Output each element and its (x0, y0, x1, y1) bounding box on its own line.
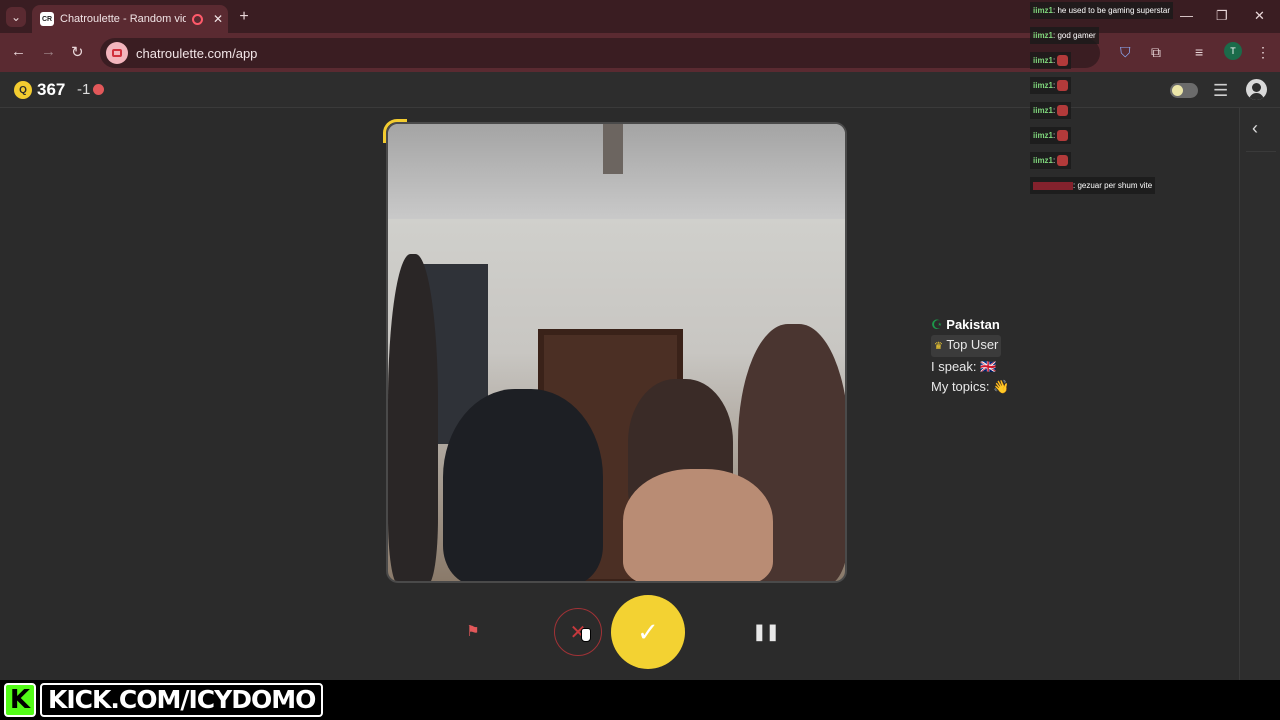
stream-banner: K KICK.COM/ICYDOMO (0, 680, 1280, 720)
top-user-badge: ♛ Top User (931, 335, 1002, 357)
tab-title: Chatroulette - Random vide (60, 13, 186, 25)
reload-icon[interactable]: ↻ (71, 43, 84, 61)
chat-text: god gamer (1055, 31, 1096, 40)
report-flag-button[interactable]: ⚑ (462, 620, 484, 642)
chat-emote-icon (1057, 105, 1069, 117)
account-icon[interactable] (1246, 79, 1267, 100)
chat-emote-icon (1057, 55, 1069, 67)
chat-username[interactable]: iimz1 (1033, 156, 1053, 165)
chat-text: gezuar per shum vite (1075, 181, 1153, 190)
partner-badge-row: ♛ Top User (931, 335, 1009, 357)
chat-emote-icon (1057, 155, 1069, 167)
restore-icon[interactable]: ❐ (1216, 8, 1228, 24)
partner-info: ☪ Pakistan ♛ Top User I speak: 🇬🇧 My top… (931, 315, 1009, 397)
chat-message: iimz1: god gamer (1030, 25, 1190, 50)
new-tab-button[interactable]: + (234, 7, 254, 27)
flag-icon: ⚑ (466, 623, 480, 640)
timer-arc (383, 119, 407, 143)
crown-icon: ♛ (934, 341, 943, 352)
chat-message: iimz1: (1030, 50, 1190, 75)
chat-message-bubble: iimz1: (1030, 127, 1072, 144)
kick-channel-url: KICK.COM/ICYDOMO (40, 683, 324, 717)
speak-label: I speak: (931, 359, 977, 374)
coin-icon: Q (14, 81, 32, 99)
expand-sidebar-icon[interactable]: ‹ (1252, 118, 1258, 139)
chat-message-bubble: iimz1: he used to be gaming superstar (1030, 2, 1173, 19)
chat-message-bubble: : gezuar per shum vite (1030, 177, 1156, 194)
delta-indicator-icon (93, 84, 104, 95)
pause-icon: ❚❚ (752, 624, 780, 641)
back-icon[interactable]: ← (11, 43, 26, 60)
coin-balance: 367 (37, 80, 66, 99)
chat-message-bubble: iimz1: (1030, 77, 1072, 94)
partner-video-feed (386, 122, 847, 583)
chat-message: iimz1: (1030, 100, 1190, 125)
chat-message: : gezuar per shum vite (1030, 175, 1190, 200)
chat-message-bubble: iimz1: god gamer (1030, 27, 1099, 44)
close-window-icon[interactable]: ✕ (1254, 8, 1265, 24)
skip-button[interactable]: ✕ (554, 608, 602, 656)
video-person (443, 389, 603, 581)
browser-menu-icon[interactable]: ⋮ (1256, 44, 1270, 61)
partner-language-row: I speak: 🇬🇧 (931, 357, 1009, 377)
stream-chat-overlay: iimz1: he used to be gaming superstar iim… (1030, 0, 1190, 200)
video-person (623, 469, 773, 581)
chat-username[interactable]: iimz1 (1033, 31, 1053, 40)
profile-initial: T (1230, 46, 1236, 56)
chat-message: iimz1: (1030, 75, 1190, 100)
forward-icon[interactable]: → (41, 43, 56, 60)
chat-message-bubble: iimz1: (1030, 152, 1072, 169)
pause-button[interactable]: ❚❚ (753, 621, 780, 643)
chat-emote-icon (1057, 130, 1069, 142)
site-info-icon[interactable] (106, 42, 128, 64)
chat-sidebar: ‹ (1239, 108, 1280, 680)
video-ceiling-fan (603, 124, 623, 174)
kick-logo: K (4, 683, 36, 717)
address-bar[interactable]: chatroulette.com/app (100, 38, 1100, 68)
accept-button[interactable]: ✓ (611, 595, 685, 669)
browser-tab[interactable]: CR Chatroulette - Random vide ✕ (32, 5, 228, 33)
chat-username[interactable]: iimz1 (1033, 131, 1053, 140)
profile-avatar[interactable]: T (1224, 42, 1242, 60)
pakistan-flag-icon: ☪ (931, 317, 943, 332)
uk-flag-icon: 🇬🇧 (980, 359, 997, 374)
badge-label: Top User (946, 337, 999, 352)
chat-message: iimz1: he used to be gaming superstar (1030, 0, 1190, 25)
url-text: chatroulette.com/app (136, 45, 258, 61)
video-person (388, 254, 438, 581)
chat-text: he used to be gaming superstar (1055, 6, 1170, 15)
partner-country-row: ☪ Pakistan (931, 315, 1009, 335)
chat-username[interactable]: iimz1 (1033, 56, 1053, 65)
filters-icon[interactable]: ☰ (1213, 81, 1228, 101)
chat-username[interactable]: iimz1 (1033, 81, 1053, 90)
chat-message: iimz1: (1030, 150, 1190, 175)
partner-topics-row: My topics: 👋 (931, 377, 1009, 397)
mouse-cursor-icon (581, 628, 591, 642)
chat-message-bubble: iimz1: (1030, 102, 1072, 119)
recording-icon (192, 13, 203, 25)
chatroulette-favicon: CR (40, 12, 54, 26)
waving-hand-icon: 👋 (993, 379, 1010, 394)
chat-message-bubble: iimz1: (1030, 52, 1072, 69)
media-controls-icon[interactable]: ≡ (1195, 44, 1203, 60)
tab-search-button[interactable]: ⌄ (6, 7, 26, 27)
sidebar-divider (1246, 151, 1276, 152)
chat-username[interactable] (1033, 181, 1073, 190)
close-tab-icon[interactable]: ✕ (213, 12, 223, 26)
partner-country: Pakistan (946, 317, 1000, 332)
coin-delta: -1 (77, 81, 91, 98)
topics-label: My topics: (931, 379, 990, 394)
chat-username[interactable]: iimz1 (1033, 6, 1053, 15)
chat-username[interactable]: iimz1 (1033, 106, 1053, 115)
chat-message: iimz1: (1030, 125, 1190, 150)
checkmark-icon: ✓ (637, 616, 659, 647)
chat-emote-icon (1057, 80, 1069, 92)
